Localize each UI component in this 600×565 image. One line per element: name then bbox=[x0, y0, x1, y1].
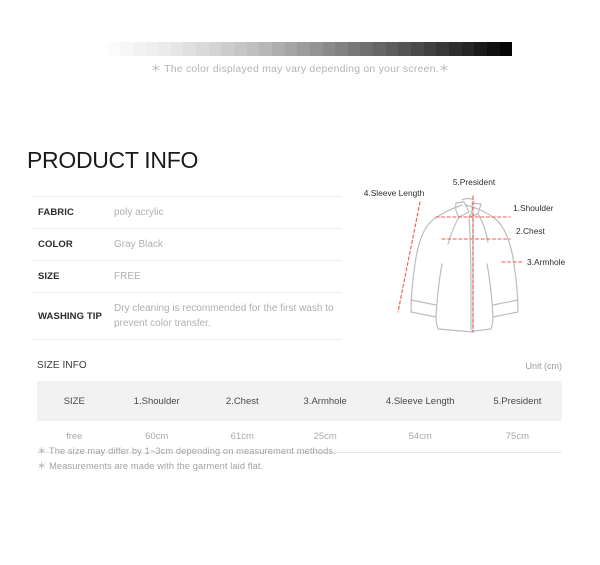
color-swatch-12 bbox=[246, 42, 260, 56]
color-swatch-8 bbox=[196, 42, 209, 56]
color-swatch-5 bbox=[158, 42, 171, 56]
size-info-notes: ＊ The size may differ by 1~3cm depending… bbox=[37, 444, 567, 475]
page-title: PRODUCT INFO bbox=[27, 147, 199, 173]
color-swatch-17 bbox=[309, 42, 323, 56]
size-col-president: 5.President bbox=[493, 395, 542, 407]
color-swatch-24 bbox=[398, 42, 412, 56]
color-swatch-19 bbox=[335, 42, 348, 56]
color-swatch-15 bbox=[284, 42, 298, 56]
color-swatch-23 bbox=[385, 42, 399, 56]
info-label-color: COLOR bbox=[38, 239, 73, 250]
size-col-chest: 2.Chest bbox=[225, 395, 259, 407]
table-row: FABRIC poly acrylic bbox=[32, 196, 342, 229]
grayscale-color-bar bbox=[95, 42, 513, 56]
info-label-washing-tip: WASHING TIP bbox=[38, 310, 102, 322]
size-info-label: SIZE INFO bbox=[37, 360, 87, 371]
color-disclaimer-text: ＊ The color displayed may vary depending… bbox=[150, 63, 450, 75]
diagram-label-chest: 2.Chest bbox=[516, 226, 546, 236]
info-value-fabric: poly acrylic bbox=[114, 207, 164, 218]
diagram-label-armhole: 3.Armhole bbox=[527, 257, 566, 267]
color-swatch-31 bbox=[486, 42, 500, 56]
size-info-unit: Unit (cm) bbox=[525, 361, 563, 371]
color-swatch-2 bbox=[120, 42, 133, 56]
color-swatch-9 bbox=[208, 42, 222, 56]
info-value-washing-tip: Dry cleaning is recommended for the firs… bbox=[114, 303, 334, 329]
color-swatch-30 bbox=[474, 42, 487, 56]
table-row: WASHING TIP Dry cleaning is recommended … bbox=[32, 293, 342, 340]
color-swatch-11 bbox=[234, 42, 247, 56]
color-swatch-21 bbox=[360, 42, 374, 56]
size-note-1: ＊ The size may differ by 1~3cm depending… bbox=[37, 446, 336, 456]
color-swatch-26 bbox=[423, 42, 437, 56]
info-label-size: SIZE bbox=[38, 271, 60, 282]
color-swatch-0 bbox=[95, 42, 108, 56]
color-swatch-6 bbox=[170, 42, 184, 56]
color-swatch-32 bbox=[499, 42, 513, 56]
info-value-size: FREE bbox=[114, 271, 141, 282]
table-row: COLOR Gray Black bbox=[32, 229, 342, 261]
diagram-label-president: 5.President bbox=[453, 177, 496, 187]
size-col-sleeve-length: 4.Sleeve Length bbox=[385, 395, 455, 407]
color-swatch-22 bbox=[373, 42, 386, 56]
garment-measurement-diagram: 5.President 4.Sleeve Length 1.Shoulder 2… bbox=[352, 172, 596, 344]
size-col-size: SIZE bbox=[63, 395, 85, 407]
size-table-header-row: SIZE 1.Shoulder 2.Chest 3.Armhole 4.Slee… bbox=[37, 381, 562, 421]
color-swatch-14 bbox=[271, 42, 285, 56]
table-row: SIZE FREE bbox=[32, 261, 342, 293]
color-swatch-4 bbox=[145, 42, 159, 56]
product-info-table: FABRIC poly acrylic COLOR Gray Black SIZ… bbox=[32, 196, 342, 340]
color-swatch-10 bbox=[221, 42, 235, 56]
color-swatch-3 bbox=[132, 42, 146, 56]
size-col-armhole: 3.Armhole bbox=[303, 395, 347, 407]
color-swatch-7 bbox=[183, 42, 197, 56]
color-swatch-25 bbox=[411, 42, 424, 56]
color-swatch-16 bbox=[297, 42, 310, 56]
diagram-label-shoulder: 1.Shoulder bbox=[513, 203, 554, 213]
color-swatch-28 bbox=[448, 42, 462, 56]
color-swatch-27 bbox=[436, 42, 449, 56]
diagram-labels: 5.President 4.Sleeve Length 1.Shoulder 2… bbox=[364, 177, 566, 267]
size-col-shoulder: 1.Shoulder bbox=[133, 395, 180, 407]
color-swatch-20 bbox=[347, 42, 361, 56]
size-note-2: ＊ Measurements are made with the garment… bbox=[37, 461, 264, 472]
color-swatch-18 bbox=[322, 42, 336, 56]
size-info-table: SIZE 1.Shoulder 2.Chest 3.Armhole 4.Slee… bbox=[37, 381, 562, 453]
diagram-label-sleeve-length: 4.Sleeve Length bbox=[364, 188, 425, 198]
color-swatch-1 bbox=[107, 42, 121, 56]
info-value-color: Gray Black bbox=[114, 239, 163, 250]
color-swatch-13 bbox=[259, 42, 272, 56]
size-info-header: SIZE INFO Unit (cm) bbox=[37, 360, 562, 376]
info-label-fabric: FABRIC bbox=[38, 207, 74, 218]
color-swatch-29 bbox=[461, 42, 475, 56]
shirt-outline-icon bbox=[410, 197, 519, 333]
